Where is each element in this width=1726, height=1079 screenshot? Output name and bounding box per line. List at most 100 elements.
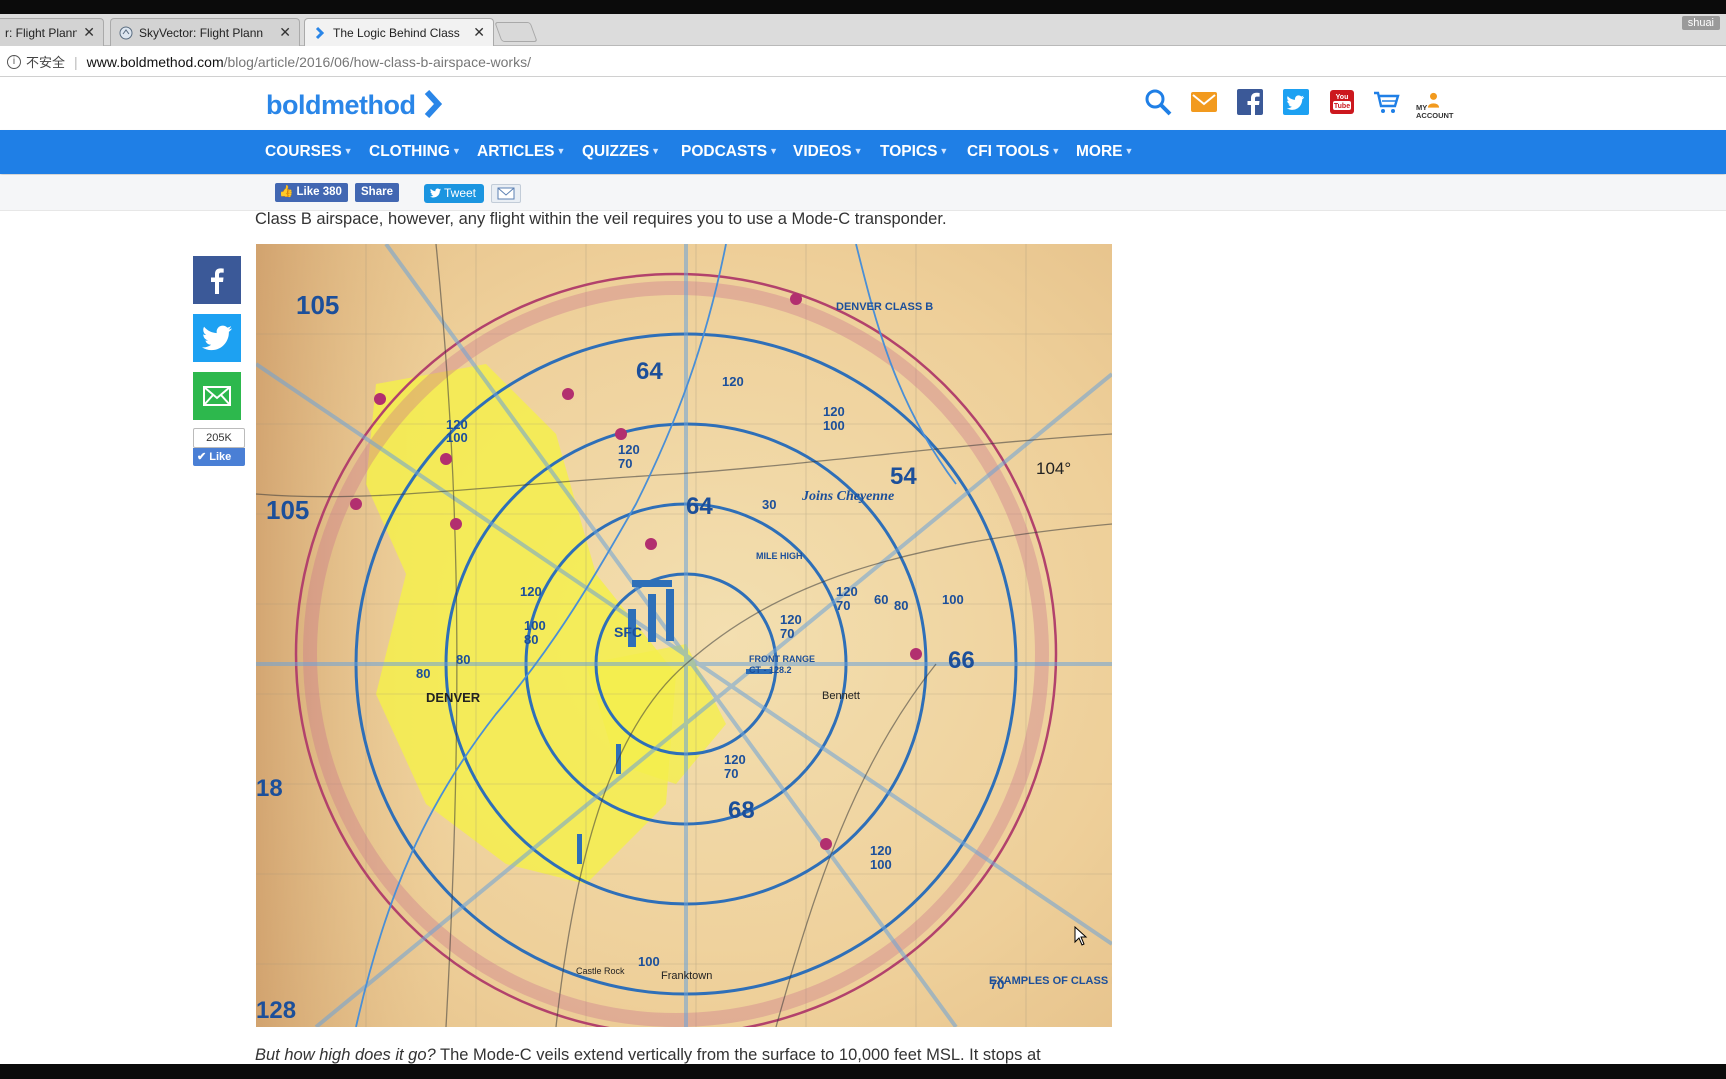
mouse-cursor-icon [1074,926,1088,946]
map-freq: 80 [524,632,538,647]
facebook-share-button[interactable]: Share [355,183,399,202]
address-divider: | [74,53,78,70]
map-freq: 70 [780,626,794,641]
facebook-icon [211,268,224,294]
article-question: But how high does it go? [255,1046,436,1064]
map-label: 18 [256,775,283,802]
map-label: 128 [256,997,296,1024]
twitter-icon[interactable] [1282,88,1310,116]
email-icon[interactable] [1190,88,1218,116]
site-logo[interactable]: boldmethod [266,90,416,121]
floating-share-bar: 205K ✔ Like [193,256,245,466]
map-freq: 80 [894,598,908,613]
caret-down-icon: ▼ [556,146,566,156]
map-freq: 80 [456,652,470,667]
map-place: 104° [1036,459,1071,478]
nav-articles[interactable]: ARTICLES ▼ [477,143,565,161]
nav-podcasts[interactable]: PODCASTS ▼ [681,143,778,161]
profile-button[interactable]: shuai [1681,16,1720,30]
like-button[interactable]: ✔ Like [193,448,245,466]
address-bar[interactable]: i 不安全 | www.boldmethod.com /blog/article… [0,47,1726,77]
map-label: 64 [636,358,663,385]
map-freq: 100 [446,430,468,445]
caret-down-icon: ▼ [343,146,353,156]
envelope-icon [497,187,515,200]
map-freq: 70 [836,598,850,613]
facebook-like-button[interactable]: 👍 Like 380 [275,183,348,202]
url-path[interactable]: /blog/article/2016/06/how-class-b-airspa… [224,54,531,70]
youtube-icon[interactable]: You Tube [1328,88,1356,116]
tab-flight-planner[interactable]: r: Flight Plann ✕ [0,18,104,46]
map-label: 54 [890,463,917,490]
caret-down-icon: ▼ [1051,146,1061,156]
caret-down-icon: ▼ [939,146,949,156]
map-place: MILE HIGH [756,551,803,561]
svg-text:Tube: Tube [1334,103,1350,110]
close-icon[interactable]: ✕ [279,24,291,41]
article-paragraph: But how high does it go? The Mode-C veil… [255,1046,1041,1065]
map-place: Franktown [661,970,712,982]
close-icon[interactable]: ✕ [473,24,485,41]
map-label: 64 [686,493,713,520]
map-freq: 120 [780,612,802,627]
info-icon[interactable]: i [7,54,21,69]
tab-title: SkyVector: Flight Plann [139,25,264,40]
tab-title: r: Flight Plann [5,25,78,40]
account-label[interactable]: MY ACCOUNT [1416,104,1454,120]
map-freq: 100 [823,418,845,433]
map-freq: 70 [724,766,738,781]
tab-boldmethod[interactable]: The Logic Behind Class ✕ [304,18,494,46]
share-bar: 👍 Like 380 Share Tweet [0,175,1726,211]
caret-down-icon: ▼ [853,146,863,156]
nav-cfi-tools[interactable]: CFI TOOLS ▼ [967,143,1060,161]
nav-topics[interactable]: TOPICS ▼ [880,143,948,161]
like-count: 205K [193,428,245,448]
security-label[interactable]: 不安全 [26,52,65,71]
map-label: 66 [948,647,975,674]
map-freq: 60 [874,592,888,607]
map-freq: 120 [823,404,845,419]
map-freq: 80 [416,666,430,681]
map-label: 68 [728,797,755,824]
twitter-icon [202,325,232,351]
map-place: DENVER CLASS B [836,301,933,313]
tab-skyvector[interactable]: SkyVector: Flight Plann ✕ [110,18,300,46]
email-share-button[interactable] [491,184,521,203]
main-nav: COURSES ▼ CLOTHING ▼ ARTICLES ▼ QUIZZES ▼ PO… [0,130,1726,174]
map-freq: 100 [638,954,660,969]
close-icon[interactable]: ✕ [83,24,95,41]
email-share-button[interactable] [193,372,241,420]
facebook-share-button[interactable] [193,256,241,304]
search-icon[interactable] [1144,88,1172,116]
map-place: Castle Rock [576,966,625,976]
logo-chevron-icon [424,90,442,118]
nav-quizzes[interactable]: QUIZZES ▼ [582,143,660,161]
nav-courses[interactable]: COURSES ▼ [265,143,353,161]
tweet-button[interactable]: Tweet [424,184,485,203]
url-domain[interactable]: www.boldmethod.com [87,54,224,70]
map-freq: 100 [524,618,546,633]
nav-videos[interactable]: VIDEOS ▼ [793,143,863,161]
site-header: boldmethod You Tube MY ACCOUNT [0,78,1726,130]
map-freq: 100 [942,592,964,607]
twitter-share-button[interactable] [193,314,241,362]
svg-text:You: You [1336,94,1349,101]
tab-strip: r: Flight Plann ✕ SkyVector: Flight Plan… [0,14,1726,46]
map-freq: 30 [762,497,776,512]
caret-down-icon: ▼ [451,146,461,156]
map-freq: 120 [520,584,542,599]
skyvector-favicon-icon [119,26,133,39]
nav-more[interactable]: MORE ▼ [1076,143,1133,161]
boldmethod-favicon-icon [315,26,325,39]
sectional-chart-image: 105 105 64 64 54 66 68 18 128 120 100 80… [256,244,1112,1027]
cart-icon[interactable] [1372,88,1400,116]
map-freq: 70 [618,456,632,471]
map-freq: 120 [722,374,744,389]
nav-clothing[interactable]: CLOTHING ▼ [369,143,461,161]
new-tab-button[interactable] [494,22,538,42]
facebook-icon[interactable] [1236,88,1264,116]
article-sentence: The Mode-C veils extend vertically from … [435,1046,1041,1064]
tab-title: The Logic Behind Class [333,25,460,40]
twitter-bird-icon [430,188,441,198]
window-titlebar [0,0,1726,14]
